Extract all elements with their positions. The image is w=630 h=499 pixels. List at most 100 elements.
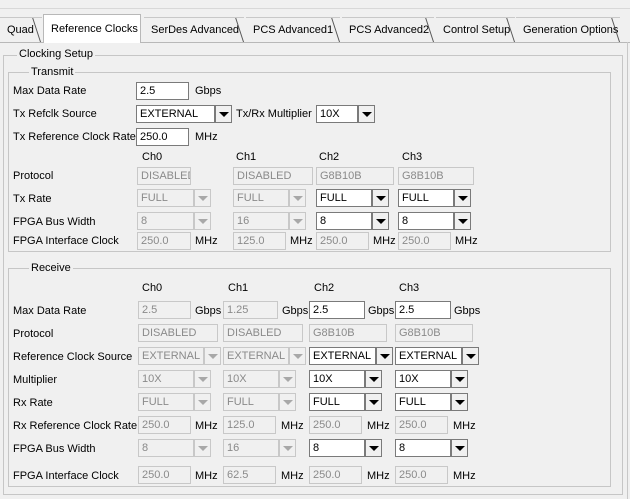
rx-rate-ch2-dropdown-button[interactable] xyxy=(365,393,382,411)
chevron-down-icon xyxy=(368,445,379,451)
tx-fpga-bus-width-ch0-select: 8 xyxy=(137,212,194,230)
tx-max-data-rate-input[interactable]: 2.5 xyxy=(136,82,189,100)
tab-label: PCS Advanced1 xyxy=(253,24,334,36)
rx-channel-header-ch0: Ch0 xyxy=(142,282,163,294)
rx-ref-clock-source-ch0-select: EXTERNAL xyxy=(138,347,204,365)
chevron-down-icon xyxy=(465,353,476,359)
rx-fpga-interface-clock-ch1: 62.5 xyxy=(223,466,276,484)
rx-fpga-interface-clock-ch2-unit: MHz xyxy=(367,470,390,482)
rx-max-data-rate-ch1: 1.25 xyxy=(223,301,278,319)
tx-rate-ch2-select[interactable]: FULL xyxy=(316,189,372,207)
tx-fpga-bus-width-ch3-select[interactable]: 8 xyxy=(398,212,454,230)
tx-ref-clock-rate-label: Tx Reference Clock Rate xyxy=(13,131,136,143)
rx-max-data-rate-ch3-input[interactable]: 2.5 xyxy=(395,301,451,319)
rx-fpga-bus-width-ch1-dropdown-button xyxy=(279,439,296,457)
tab-generation-options[interactable]: Generation Options xyxy=(516,17,620,42)
rx-rate-ch3-dropdown-button[interactable] xyxy=(451,393,468,411)
rx-rate-ch2-select[interactable]: FULL xyxy=(309,393,365,411)
tx-refclk-source-dropdown-button[interactable] xyxy=(215,105,232,123)
rx-rate-ch3-select[interactable]: FULL xyxy=(395,393,451,411)
tx-fpga-interface-clock-ch2-unit: MHz xyxy=(373,235,396,247)
chevron-down-icon xyxy=(292,218,303,224)
rx-max-data-rate-label: Max Data Rate xyxy=(13,305,87,317)
tx-fpga-interface-clock-ch3: 250.0 xyxy=(398,232,451,250)
tx-rate-ch3-select[interactable]: FULL xyxy=(398,189,454,207)
tx-channel-header-ch1: Ch1 xyxy=(236,151,257,163)
tab-control-setup[interactable]: Control Setup xyxy=(436,17,515,42)
tab-pcs-advanced1[interactable]: PCS Advanced1 xyxy=(246,17,340,42)
tx-rx-multiplier-label: Tx/Rx Multiplier xyxy=(236,108,312,120)
chevron-down-icon xyxy=(207,353,218,359)
tx-rate-ch3-dropdown-button[interactable] xyxy=(454,189,471,207)
chevron-down-icon xyxy=(368,376,379,382)
tx-rate-ch1-select: FULL xyxy=(233,189,289,207)
tx-refclk-source-select[interactable]: EXTERNAL xyxy=(136,105,215,123)
tx-rx-multiplier-select[interactable]: 10X xyxy=(316,105,358,123)
tx-protocol-ch0: DISABLED xyxy=(137,167,191,185)
tx-fpga-bus-width-ch1-select: 16 xyxy=(233,212,289,230)
chevron-down-icon xyxy=(454,445,465,451)
rx-fpga-bus-width-ch3-dropdown-button[interactable] xyxy=(451,439,468,457)
rx-ref-clock-rate-ch2-unit: MHz xyxy=(367,420,390,432)
tx-fpga-bus-width-ch2-dropdown-button[interactable] xyxy=(372,212,389,230)
rx-multiplier-ch3-dropdown-button[interactable] xyxy=(451,370,468,388)
tx-protocol-ch3: G8B10B xyxy=(398,167,474,185)
transmit-title: Transmit xyxy=(29,66,76,79)
chevron-down-icon xyxy=(361,111,372,117)
rx-ref-clock-source-ch3-select[interactable]: EXTERNAL xyxy=(395,347,462,365)
rx-multiplier-ch0-dropdown-button xyxy=(194,370,211,388)
tx-protocol-ch1: DISABLED xyxy=(233,167,313,185)
tx-fpga-interface-clock-label: FPGA Interface Clock xyxy=(13,235,119,247)
tx-protocol-ch2: G8B10B xyxy=(316,167,394,185)
chevron-down-icon xyxy=(368,399,379,405)
rx-multiplier-label: Multiplier xyxy=(13,374,58,386)
rx-ref-clock-rate-ch0-unit: MHz xyxy=(195,420,218,432)
rx-ref-clock-source-ch2-dropdown-button[interactable] xyxy=(376,347,393,365)
tx-fpga-bus-width-ch0-dropdown-button xyxy=(194,212,211,230)
rx-fpga-bus-width-ch0-select: 8 xyxy=(138,439,194,457)
rx-rate-ch1-dropdown-button xyxy=(279,393,296,411)
tab-pcs-advanced2[interactable]: PCS Advanced2 xyxy=(342,17,434,42)
rx-ref-clock-source-ch1-dropdown-button xyxy=(289,347,306,365)
rx-max-data-rate-ch0-unit: Gbps xyxy=(195,305,222,317)
tx-fpga-bus-width-ch1-dropdown-button xyxy=(289,212,306,230)
tab-serdes-advanced[interactable]: SerDes Advanced xyxy=(144,17,244,42)
tx-max-data-rate-unit: Gbps xyxy=(195,85,222,97)
rx-protocol-ch1: DISABLED xyxy=(223,324,303,342)
tab-reference-clocks[interactable]: Reference Clocks xyxy=(43,14,141,43)
rx-rate-ch1-select: FULL xyxy=(223,393,279,411)
rx-protocol-ch0: DISABLED xyxy=(138,324,218,342)
rx-protocol-ch3: G8B10B xyxy=(395,324,473,342)
rx-fpga-bus-width-ch2-dropdown-button[interactable] xyxy=(365,439,382,457)
chevron-down-icon xyxy=(197,218,208,224)
rx-fpga-bus-width-ch3-select[interactable]: 8 xyxy=(395,439,451,457)
chevron-down-icon xyxy=(197,195,208,201)
tx-ref-clock-rate-input[interactable]: 250.0 xyxy=(136,128,189,146)
rx-fpga-interface-clock-ch0: 250.0 xyxy=(138,466,191,484)
rx-multiplier-ch2-dropdown-button[interactable] xyxy=(365,370,382,388)
tab-label: Quad xyxy=(7,24,34,36)
rx-fpga-interface-clock-ch0-unit: MHz xyxy=(195,470,218,482)
rx-channel-header-ch1: Ch1 xyxy=(228,282,249,294)
chevron-down-icon xyxy=(197,399,208,405)
tx-rate-ch1-dropdown-button xyxy=(289,189,306,207)
rx-multiplier-ch2-select[interactable]: 10X xyxy=(309,370,365,388)
rx-max-data-rate-ch2-unit: Gbps xyxy=(368,305,395,317)
tx-rate-label: Tx Rate xyxy=(13,193,52,205)
rx-fpga-interface-clock-ch3: 250.0 xyxy=(395,466,448,484)
rx-ref-clock-source-ch2-select[interactable]: EXTERNAL xyxy=(309,347,376,365)
rx-fpga-bus-width-ch2-select[interactable]: 8 xyxy=(309,439,365,457)
tx-fpga-bus-width-ch2-select[interactable]: 8 xyxy=(316,212,372,230)
tx-fpga-bus-width-ch3-dropdown-button[interactable] xyxy=(454,212,471,230)
tx-max-data-rate-label: Max Data Rate xyxy=(13,85,87,97)
tx-rx-multiplier-dropdown-button[interactable] xyxy=(358,105,375,123)
rx-max-data-rate-ch1-unit: Gbps xyxy=(282,305,309,317)
tx-rate-ch2-dropdown-button[interactable] xyxy=(372,189,389,207)
tab-strip-border xyxy=(0,8,630,9)
rx-max-data-rate-ch2-input[interactable]: 2.5 xyxy=(309,301,365,319)
rx-ref-clock-source-ch3-dropdown-button[interactable] xyxy=(462,347,479,365)
tx-refclk-source-label: Tx Refclk Source xyxy=(13,108,97,120)
tab-label: Reference Clocks xyxy=(51,23,138,35)
rx-multiplier-ch3-select[interactable]: 10X xyxy=(395,370,451,388)
chevron-down-icon xyxy=(375,195,386,201)
